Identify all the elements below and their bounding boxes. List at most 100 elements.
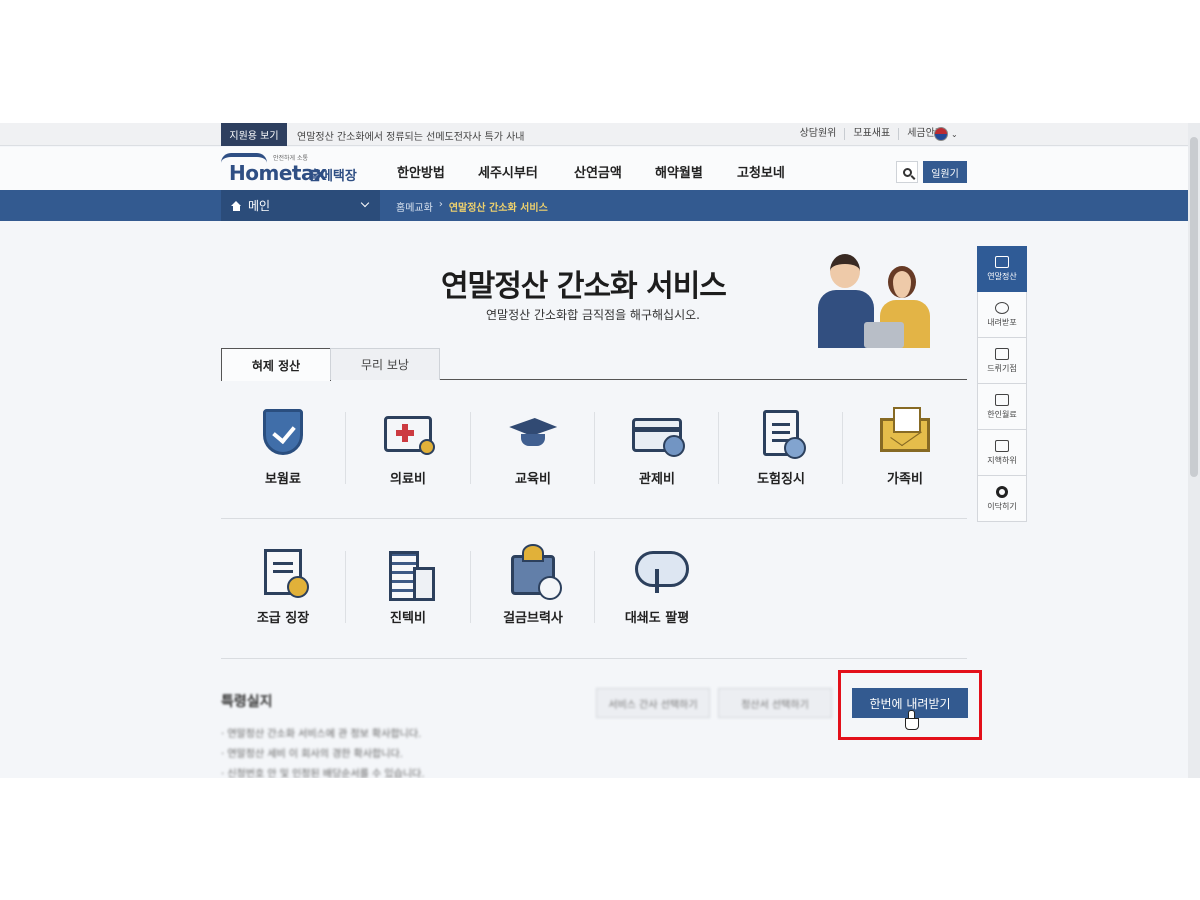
home-label: 메인 — [248, 199, 271, 213]
chat-icon — [995, 393, 1009, 406]
page-title: 연말정산 간소화 서비스 — [441, 269, 727, 304]
item-donation[interactable]: 걸금브력사 — [471, 537, 595, 667]
quick-menu-mail[interactable]: 드뤼기점 — [977, 338, 1027, 384]
gear-icon — [996, 485, 1008, 498]
quick-menu-label: 한인월료 — [987, 409, 1017, 419]
item-label: 도험징시 — [757, 472, 805, 487]
pos-terminal-icon — [511, 544, 562, 600]
gnb-item-4[interactable]: 해약월별 — [655, 162, 737, 181]
utility-links: 상담원위 모표새표 세금안가 — [792, 128, 952, 140]
site-header: 안전하게 소통 Hometax 홈메택장 한안방법 세주시부터 산연금액 해약월… — [0, 147, 1188, 191]
chevron-down-icon — [360, 198, 370, 208]
scrollbar-thumb[interactable] — [1190, 137, 1198, 477]
item-insurance[interactable]: 보웜료 — [221, 398, 345, 528]
mail-icon — [995, 347, 1009, 360]
util-link-consult[interactable]: 상담원위 — [792, 128, 845, 140]
utility-bar: 지원용 보기 연말정산 간소화에서 정류되는 선메도전자사 특가 사내 상담원위… — [0, 123, 1188, 146]
item-medical[interactable]: 의료비 — [346, 398, 470, 528]
quick-menu-label: 연말정산 — [987, 272, 1017, 281]
quick-menu-files[interactable]: 지핵하위 — [977, 430, 1027, 476]
item-label: 관제비 — [639, 472, 675, 487]
document-check-icon — [763, 410, 806, 459]
hometax-logo[interactable]: 안전하게 소통 Hometax 홈메택장 — [221, 153, 361, 187]
item-label: 의료비 — [390, 472, 426, 487]
korea-flag-icon — [934, 127, 948, 141]
tab-bar: 혀제 정산 무리 보낭 — [221, 348, 967, 381]
search-icon — [902, 167, 912, 177]
breadcrumb: 홈메교화 › 연말정산 간소화 서비스 — [396, 199, 548, 214]
gnb-item-5[interactable]: 고청보네 — [737, 162, 785, 181]
notice-tag[interactable]: 지원용 보기 — [221, 123, 287, 146]
item-education[interactable]: 교육비 — [471, 398, 595, 528]
page-scrollbar[interactable] — [1188, 123, 1200, 778]
notice-ticker[interactable]: 연말정산 간소화에서 정류되는 선메도전자사 특가 사내 — [297, 128, 525, 143]
files-icon — [995, 439, 1009, 452]
quick-menu: 연말정산 내려받포 드뤼기점 한인월료 지핵하위 이닥히기 — [977, 246, 1027, 522]
page-subtitle: 연말정산 간소화합 금직점을 해구해십시오. — [486, 308, 700, 322]
home-menu-selector[interactable]: 메인 — [221, 190, 380, 221]
quick-menu-settings[interactable]: 이닥히기 — [977, 476, 1027, 522]
building-icon — [385, 551, 435, 601]
breadcrumb-current: 연말정산 간소화 서비스 — [448, 203, 548, 214]
tab-other[interactable]: 무리 보낭 — [330, 348, 440, 380]
item-document[interactable]: 도험징시 — [719, 398, 843, 528]
woman-head — [888, 266, 916, 298]
breadcrumb-separator-icon: › — [438, 199, 443, 210]
main-navigation: 한안방법 세주시부터 산연금액 해약월별 고청보네 — [397, 162, 785, 181]
select-service-button[interactable]: 서비스 간사 선택하기 — [596, 688, 710, 718]
item-label: 가족비 — [887, 472, 923, 487]
item-label: 대쇄도 팔평 — [624, 611, 690, 626]
quick-menu-label: 이닥히기 — [987, 501, 1017, 511]
quick-menu-download[interactable]: 내려받포 — [977, 292, 1027, 338]
util-link-guide[interactable]: 모표새표 — [844, 128, 898, 140]
envelope-icon — [880, 407, 930, 452]
gnb-item-1[interactable]: 한안방법 — [397, 162, 478, 181]
home-icon — [231, 200, 242, 211]
shield-icon — [263, 409, 303, 455]
quick-menu-label: 드뤼기점 — [987, 363, 1017, 373]
graduation-cap-icon — [507, 406, 559, 458]
laptop-icon — [864, 322, 904, 348]
highlight-annotation-box — [838, 670, 982, 740]
quick-menu-year-end[interactable]: 연말정산 — [977, 246, 1027, 292]
quick-menu-label: 내려받포 — [987, 317, 1017, 327]
item-rent[interactable]: 진텍비 — [346, 537, 470, 667]
home-icon — [995, 256, 1009, 268]
quick-menu-chat[interactable]: 한인월료 — [977, 384, 1027, 430]
item-card[interactable]: 관제비 — [595, 398, 719, 528]
item-label: 진텍비 — [390, 611, 426, 626]
logo-brand-kr: 홈메택장 — [309, 169, 357, 184]
deduction-items-row-2: 조급 징장 진텍비 걸금브력사 대쇄도 팔평 — [221, 537, 967, 667]
hero-illustration — [806, 248, 936, 348]
notice-line: · 연말정산 간소화 서비스에 관 정보 확사합니다. — [221, 729, 422, 740]
quick-menu-label: 지핵하위 — [987, 455, 1017, 465]
chevron-down-icon: ⌄ — [951, 129, 958, 139]
cloud-transfer-icon — [631, 545, 689, 597]
row-divider — [221, 518, 967, 519]
login-button[interactable]: 일원기 — [923, 161, 967, 183]
notice-title: 특령실지 — [221, 694, 273, 710]
item-receipt[interactable]: 조급 징장 — [221, 537, 345, 667]
breadcrumb-home[interactable]: 홈메교화 — [396, 199, 433, 214]
receipt-icon — [264, 549, 309, 598]
item-label: 교육비 — [515, 472, 551, 487]
language-selector[interactable]: ⌄ — [934, 127, 958, 141]
gnb-item-3[interactable]: 산연금액 — [574, 162, 655, 181]
man-head — [830, 254, 860, 288]
deduction-items-row-1: 보웜료 의료비 교육비 관제비 도험징시 가족비 — [221, 398, 967, 528]
item-label: 걸금브력사 — [503, 611, 563, 626]
row-divider — [221, 658, 967, 659]
location-bar: 메인 홈메교화 › 연말정산 간소화 서비스 — [0, 190, 1188, 221]
cloud-icon — [995, 301, 1009, 314]
tab-deduction[interactable]: 혀제 정산 — [221, 348, 331, 381]
gnb-item-2[interactable]: 세주시부터 — [478, 162, 574, 181]
notice-line: · 연말정산 세비 이 회사의 경한 확사합니다. — [221, 749, 403, 760]
notice-line: · 신청번호 안 및 인정된 배당순서를 수 있습니다. — [221, 769, 425, 778]
search-button[interactable] — [896, 161, 918, 183]
credit-card-icon — [632, 418, 685, 457]
select-statement-button[interactable]: 정산서 선택하기 — [718, 688, 832, 718]
item-family[interactable]: 가족비 — [843, 398, 967, 528]
item-label: 보웜료 — [265, 472, 301, 487]
item-label: 조급 징장 — [256, 611, 310, 626]
item-cloud[interactable]: 대쇄도 팔평 — [595, 537, 719, 667]
